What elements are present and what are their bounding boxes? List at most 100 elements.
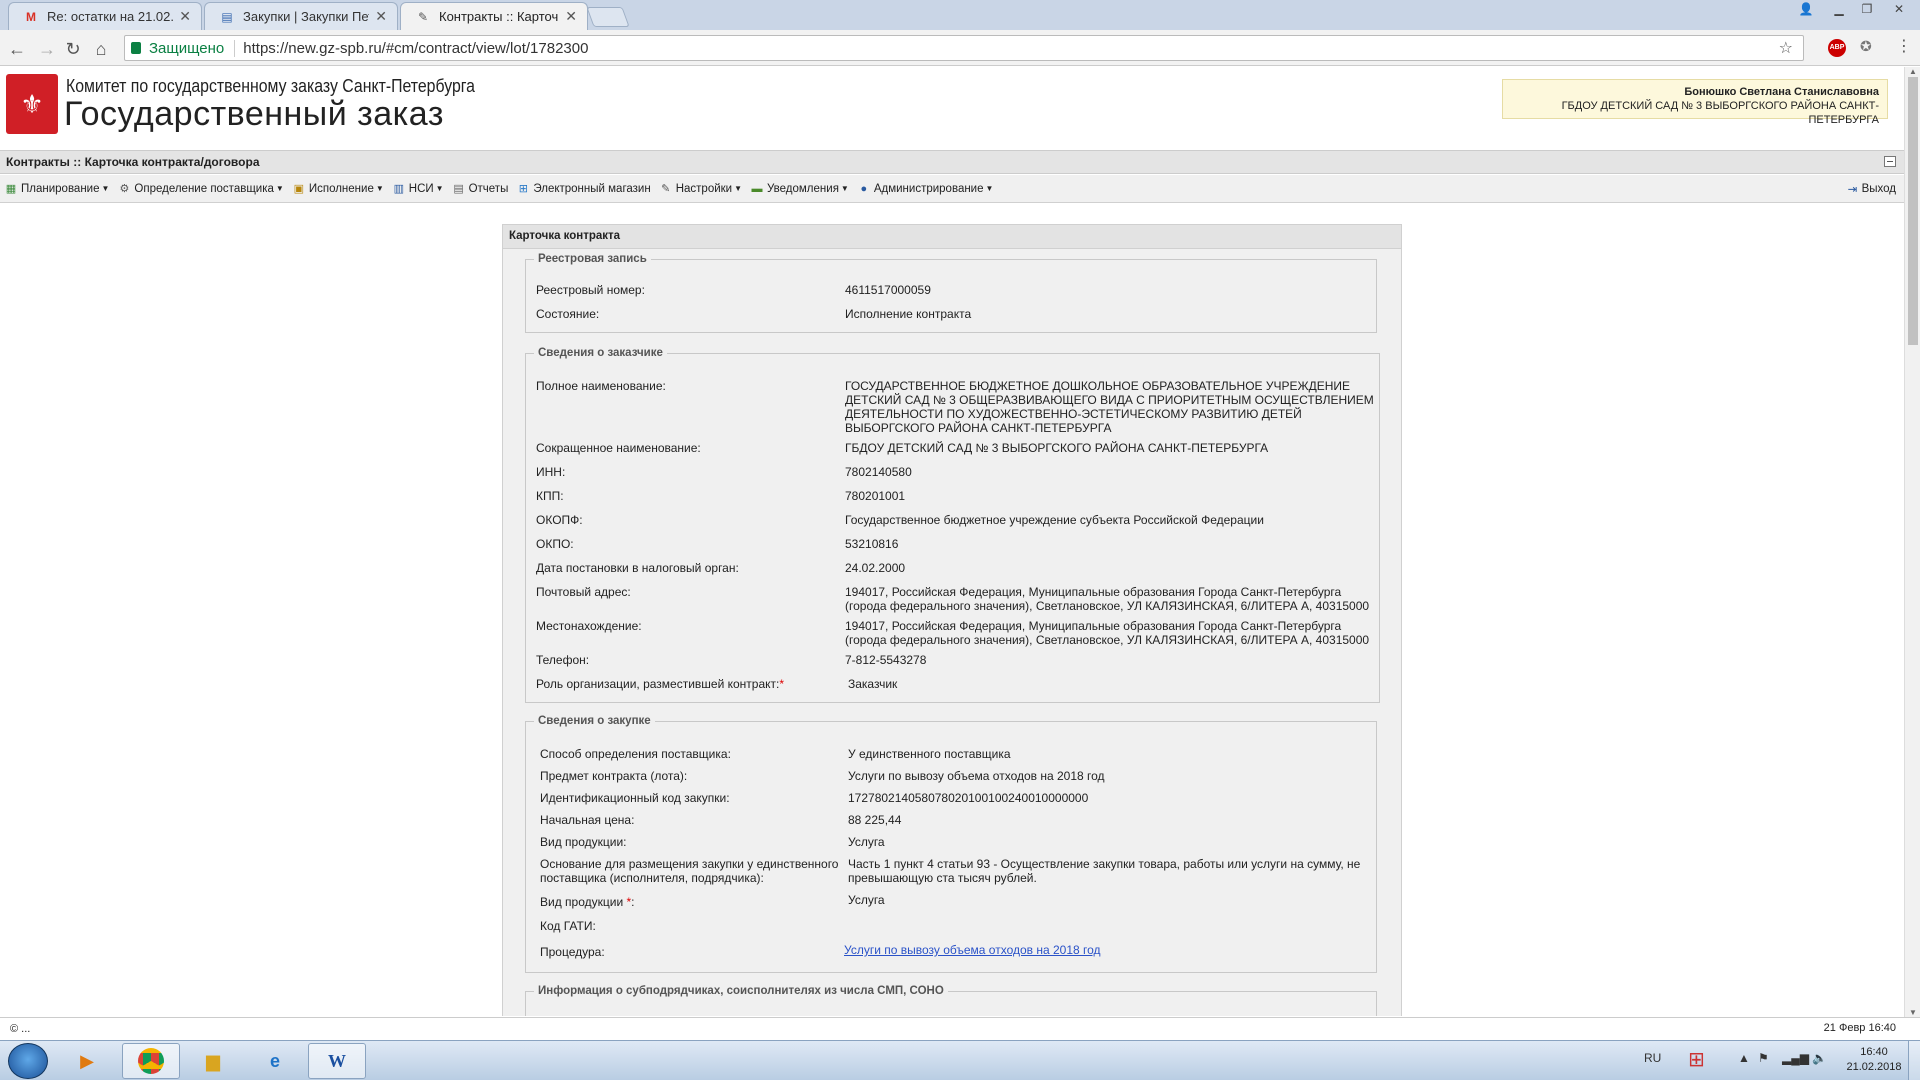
procedure-link[interactable]: Услуги по вывозу объема отходов на 2018 … [844,943,1101,957]
language-indicator[interactable]: RU [1644,1051,1661,1065]
registry-section: Реестровая запись Реестровый номер: 4611… [525,253,1377,333]
main-menu: ▦ Планирование ▼ ⚙ Определение поставщика… [0,175,1904,203]
section-legend: Информация о субподрядчиках, соисполните… [538,985,944,997]
security-indicator[interactable]: Защищено [125,39,236,57]
bookmark-star-icon[interactable]: ☆ [1779,38,1793,58]
gati-code-label: Код ГАТИ: [540,919,596,933]
menu-item-label: Настройки [675,182,733,195]
contract-card: Карточка контракта Реестровая запись Рее… [502,224,1402,1016]
menu-item-label: Администрирование [873,182,984,195]
user-name: Бонюшко Светлана Станиславовна [1684,86,1879,98]
media-player-icon[interactable]: ▶ [58,1043,116,1079]
reload-icon[interactable]: ↻ [62,38,84,60]
procedure-label: Процедура: [540,945,605,959]
minimize-icon[interactable]: ▁ [1826,0,1852,18]
close-icon[interactable]: ✕ [565,8,577,25]
menu-item-admin[interactable]: ● Администрирование ▼ [857,182,994,196]
menu-item-execution[interactable]: ▣ Исполнение ▼ [292,182,384,196]
extension-icon[interactable]: ✪ [1860,38,1872,55]
supplier-method-label: Способ определения поставщика: [540,747,731,761]
menu-item-label: Определение поставщика [134,182,274,195]
required-asterisk: * [626,895,632,909]
supplier-method-value: У единственного поставщика [848,747,1011,761]
menu-item-reports[interactable]: ▤ Отчеты [452,182,508,196]
coat-of-arms-logo[interactable]: ⚜ [6,74,58,134]
antivirus-tray-icon[interactable]: ⊞ [1688,1047,1705,1072]
chevron-down-icon: ▼ [985,184,994,193]
browser-tab-gmail[interactable]: M Re: остатки на 21.02.2018 ✕ [8,2,202,30]
product-kind-value: Услуга [848,893,885,907]
card-title: Карточка контракта [503,225,1401,249]
product-type-value: Услуга [848,835,885,849]
logout-button[interactable]: ⇥ Выход [1848,182,1896,196]
procedure-value: Услуги по вывозу объема отходов на 2018 … [844,943,1374,957]
menu-item-notifications[interactable]: ▬ Уведомления ▼ [750,182,849,196]
start-button[interactable] [8,1043,48,1079]
browser-tab-contracts[interactable]: ✎ Контракты :: Карточка контракта ✕ [400,2,588,30]
full-name-label: Полное наименование: [536,379,666,393]
show-hidden-icons[interactable]: ▲ [1738,1051,1750,1065]
file-explorer-icon[interactable]: ▆ [184,1043,242,1079]
menu-item-label: НСИ [408,182,434,195]
network-icon[interactable]: ▂▄▆ [1782,1051,1809,1065]
scroll-down-icon[interactable]: ▼ [1909,1008,1917,1017]
forward-icon[interactable]: → [36,38,58,60]
breadcrumb: Контракты :: Карточка контракта/договора [0,150,1904,174]
close-icon[interactable]: ✕ [375,8,387,25]
menu-item-planning[interactable]: ▦ Планирование ▼ [4,182,110,196]
sole-supplier-basis-value: Часть 1 пункт 4 статьи 93 - Осуществлени… [848,857,1361,885]
menu-item-nsi[interactable]: ▥ НСИ ▼ [392,182,444,196]
location-value: 194017, Российская Федерация, Муниципаль… [845,619,1370,647]
browser-tab-zakupki[interactable]: ▤ Закупки | Закупки Петербург ✕ [204,2,398,30]
scroll-up-icon[interactable]: ▲ [1909,67,1917,76]
close-icon[interactable]: ✕ [179,8,191,25]
chevron-down-icon: ▼ [101,184,110,193]
notification-icon: ▬ [751,182,763,195]
system-clock[interactable]: 16:40 21.02.2018 [1844,1045,1904,1075]
show-desktop-button[interactable] [1908,1041,1920,1080]
short-name-value: ГБДОУ ДЕТСКИЙ САД № 3 ВЫБОРГСКОГО РАЙОНА… [845,441,1269,455]
menu-item-label: Уведомления [767,182,839,195]
tab-title: Re: остатки на 21.02.2018 [47,9,173,24]
initial-price-label: Начальная цена: [540,813,635,827]
back-icon[interactable]: ← [6,38,28,60]
tax-date-label: Дата постановки в налоговый орган: [536,561,739,575]
status-bar: © ... 21 Февр 16:40 [0,1017,1920,1039]
menu-item-eshop[interactable]: ⊞ Электронный магазин [516,182,651,196]
volume-icon[interactable]: 🔈 [1812,1051,1827,1065]
kpp-value: 780201001 [845,489,906,503]
chevron-down-icon: ▼ [435,184,444,193]
customer-section: Сведения о заказчике Полное наименование… [525,347,1380,703]
browser-menu-icon[interactable]: ⋮ [1896,36,1912,56]
page-title: Контракты :: Карточка контракта/договора [6,155,260,169]
menu-item-settings[interactable]: ✎ Настройки ▼ [659,182,742,196]
org-role-label-text: Роль организации, разместившей контракт: [536,677,780,691]
restore-icon[interactable]: ❐ [1854,0,1880,18]
new-tab-button[interactable] [586,7,630,27]
vertical-scrollbar[interactable]: ▲ ▼ [1904,67,1920,1017]
url-text[interactable]: https://new.gz-spb.ru/#cm/contract/view/… [243,40,588,57]
profile-icon[interactable]: 👤 [1796,0,1816,18]
logout-icon: ⇥ [1847,184,1858,196]
menu-item-label: Электронный магазин [533,182,651,195]
menu-item-supplier[interactable]: ⚙ Определение поставщика ▼ [117,182,283,196]
full-name-value: ГОСУДАРСТВЕННОЕ БЮДЖЕТНОЕ ДОШКОЛЬНОЕ ОБР… [845,379,1374,435]
home-icon[interactable]: ⌂ [90,38,112,60]
window-close-icon[interactable]: ✕ [1884,0,1914,18]
required-asterisk: * [779,677,785,691]
internet-explorer-icon[interactable]: e [246,1043,304,1079]
org-role-value: Заказчик [848,677,898,691]
chevron-down-icon: ▼ [375,184,384,193]
word-icon[interactable]: W [308,1043,366,1079]
status-value: Исполнение контракта [845,307,972,321]
address-bar[interactable]: Защищено https://new.gz-spb.ru/#cm/contr… [124,35,1804,61]
phone-value: 7-812-5543278 [845,653,927,667]
scrollbar-thumb[interactable] [1908,77,1918,345]
adblock-extension-icon[interactable]: ABP [1828,39,1846,57]
collapse-header-button[interactable] [1884,156,1896,167]
site-header: ⚜ Комитет по государственному заказу Сан… [0,67,1904,149]
chrome-icon[interactable] [122,1043,180,1079]
site-title: Государственный заказ [64,95,444,133]
flag-tray-icon[interactable]: ⚑ [1758,1051,1769,1065]
initial-price-value: 88 225,44 [848,813,902,827]
